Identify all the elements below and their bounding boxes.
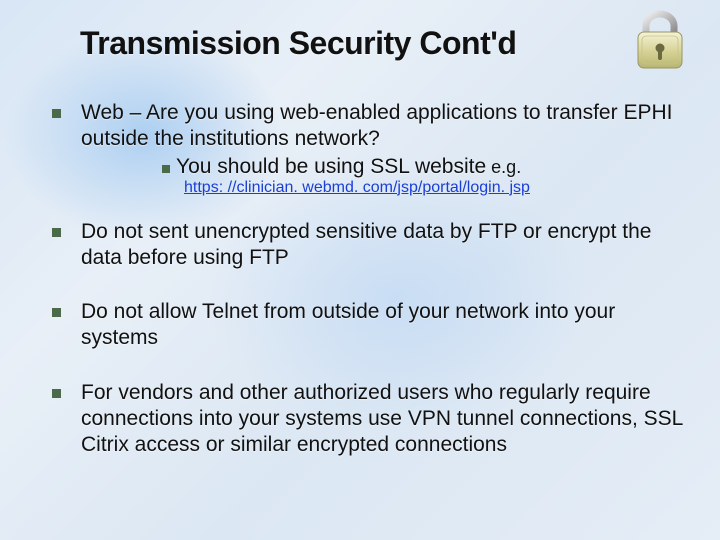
bullet-icon [52, 308, 61, 317]
bullet-icon [52, 389, 61, 398]
title-row: Transmission Security Cont'd [80, 25, 690, 62]
slide: Transmission Security Cont'd [0, 0, 720, 540]
bullet-text: Web – Are you using web-enabled applicat… [81, 100, 690, 153]
sub-list-item: You should be using SSL website e.g. [162, 155, 690, 179]
ssl-example-link[interactable]: https: //clinician. webmd. com/jsp/porta… [184, 179, 530, 196]
slide-title: Transmission Security Cont'd [80, 25, 516, 62]
list-item: Web – Are you using web-enabled applicat… [52, 100, 690, 153]
list-item: For vendors and other authorized users w… [52, 380, 690, 459]
bullet-icon [52, 228, 61, 237]
bullet-text: Do not allow Telnet from outside of your… [81, 299, 690, 352]
list-item: Do not allow Telnet from outside of your… [52, 299, 690, 352]
list-item: Do not sent unencrypted sensitive data b… [52, 219, 690, 272]
link-line: https: //clinician. webmd. com/jsp/porta… [184, 179, 690, 197]
sub-bullet-label: You should be using SSL website [176, 155, 486, 178]
lock-icon [630, 8, 690, 72]
bullet-text: Do not sent unencrypted sensitive data b… [81, 219, 690, 272]
bullet-icon [52, 109, 61, 118]
sub-bullet-text: You should be using SSL website e.g. [176, 155, 521, 179]
bullet-icon [162, 165, 170, 173]
eg-label: e.g. [486, 157, 521, 177]
bullet-list: Web – Are you using web-enabled applicat… [30, 100, 690, 458]
bullet-text: For vendors and other authorized users w… [81, 380, 690, 459]
